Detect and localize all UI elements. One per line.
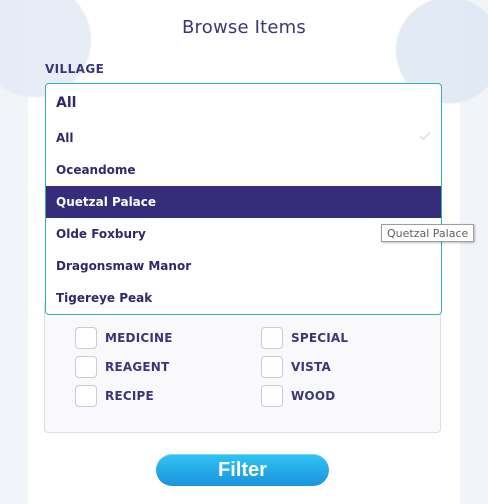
village-select-current-value: All xyxy=(56,95,77,111)
village-option-tigereye-peak[interactable]: Tigereye Peak xyxy=(46,282,441,314)
category-filter-panel: MEDICINE REAGENT RECIPE SPECIAL VISTA WO… xyxy=(44,300,441,433)
checkbox-reagent[interactable] xyxy=(75,356,97,378)
option-tooltip: Quetzal Palace xyxy=(381,224,475,242)
checkbox-medicine[interactable] xyxy=(75,327,97,349)
filter-button[interactable]: Filter xyxy=(156,454,329,486)
category-recipe-label: RECIPE xyxy=(105,389,154,403)
category-reagent[interactable]: REAGENT xyxy=(75,356,169,378)
village-option-dragonsmaw-manor[interactable]: Dragonsmaw Manor xyxy=(46,250,441,282)
village-select-dropdown[interactable]: All All Oceandome Quetzal Palace Olde Fo… xyxy=(45,83,442,315)
checkbox-vista[interactable] xyxy=(261,356,283,378)
checkbox-recipe[interactable] xyxy=(75,385,97,407)
village-option-quetzal-palace-label: Quetzal Palace xyxy=(56,195,157,209)
category-special-label: SPECIAL xyxy=(291,331,349,345)
category-medicine-label: MEDICINE xyxy=(105,331,173,345)
village-option-oceandome-label: Oceandome xyxy=(56,163,136,177)
village-option-dragonsmaw-manor-label: Dragonsmaw Manor xyxy=(56,259,192,273)
village-option-quetzal-palace[interactable]: Quetzal Palace xyxy=(46,186,441,218)
village-option-tigereye-peak-label: Tigereye Peak xyxy=(56,291,153,305)
village-option-olde-foxbury-label: Olde Foxbury xyxy=(56,227,146,241)
category-wood[interactable]: WOOD xyxy=(261,385,335,407)
checkbox-special[interactable] xyxy=(261,327,283,349)
village-option-oceandome[interactable]: Oceandome xyxy=(46,154,441,186)
category-special[interactable]: SPECIAL xyxy=(261,327,348,349)
village-option-all[interactable]: All xyxy=(46,122,441,154)
check-icon xyxy=(419,132,431,140)
village-label: VILLAGE xyxy=(45,62,105,76)
village-option-all-label: All xyxy=(56,131,74,145)
category-reagent-label: REAGENT xyxy=(105,360,170,374)
category-medicine[interactable]: MEDICINE xyxy=(75,327,173,349)
checkbox-wood[interactable] xyxy=(261,385,283,407)
category-recipe[interactable]: RECIPE xyxy=(75,385,154,407)
page-title: Browse Items xyxy=(181,17,306,38)
category-vista-label: VISTA xyxy=(291,360,331,374)
category-vista[interactable]: VISTA xyxy=(261,356,331,378)
category-wood-label: WOOD xyxy=(291,389,336,403)
